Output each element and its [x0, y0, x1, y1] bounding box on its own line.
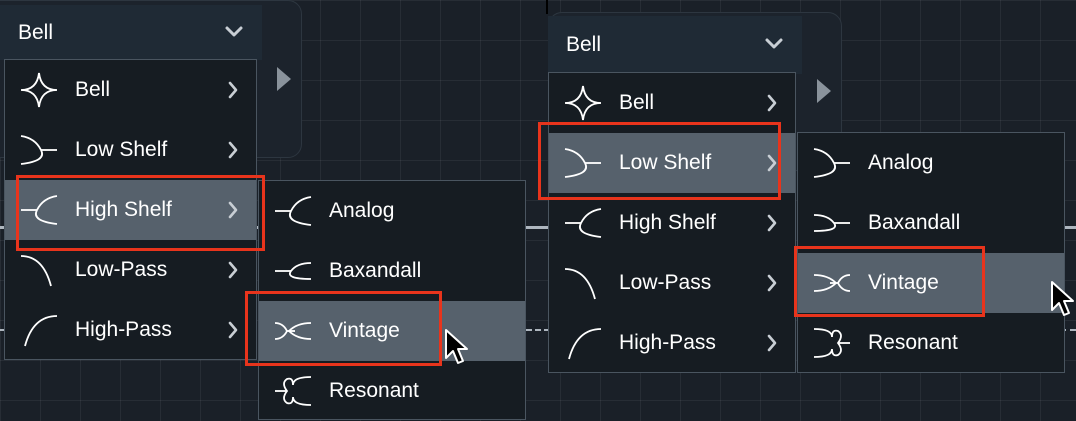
- highlight-box: [794, 246, 985, 317]
- low-pass-icon: [20, 255, 52, 287]
- chevron-down-icon: [765, 38, 783, 49]
- submenu-item-label: Baxandall: [868, 211, 961, 234]
- menu-item-low-pass[interactable]: Low-Pass: [549, 253, 795, 313]
- filter-type-value: Bell: [18, 20, 54, 44]
- submenu-item-resonant[interactable]: Resonant: [259, 361, 525, 421]
- chevron-right-icon: [767, 334, 777, 352]
- panel-divider: [546, 0, 548, 14]
- high-pass-icon: [568, 328, 602, 360]
- mouse-cursor-icon: [1051, 281, 1074, 316]
- highlight-box: [538, 122, 781, 200]
- filter-type-selector[interactable]: Bell: [0, 5, 262, 60]
- chevron-right-icon: [228, 81, 238, 99]
- menu-item-high-pass[interactable]: High-Pass: [549, 313, 795, 373]
- chevron-right-icon: [228, 321, 238, 339]
- low-shelf-icon: [20, 135, 57, 165]
- filter-type-selector[interactable]: Bell: [548, 16, 802, 74]
- chevron-right-icon: [767, 274, 777, 292]
- chevron-right-icon: [767, 94, 777, 112]
- expand-arrow-icon[interactable]: [276, 66, 292, 92]
- chevron-right-icon: [228, 141, 238, 159]
- menu-item-high-shelf[interactable]: High Shelf: [549, 193, 795, 253]
- expand-arrow-icon[interactable]: [816, 78, 832, 104]
- high-pass-icon: [24, 315, 58, 347]
- low-pass-icon: [564, 268, 596, 300]
- menu-item-label: Bell: [75, 78, 111, 101]
- bell-curve-icon: [20, 72, 58, 108]
- menu-item-label: Bell: [619, 91, 655, 114]
- mouse-cursor-icon: [445, 329, 468, 364]
- eq-dashed-line: [526, 329, 550, 331]
- submenu-item-label: Baxandall: [329, 259, 422, 282]
- submenu-item-label: Analog: [329, 199, 395, 222]
- baxandall-icon: [813, 214, 850, 232]
- menu-item-label: Low Shelf: [75, 138, 168, 161]
- submenu-item-baxandall[interactable]: Baxandall: [798, 193, 1064, 253]
- high-shelf-icon: [565, 208, 602, 238]
- submenu-item-resonant[interactable]: Resonant: [798, 313, 1064, 373]
- menu-item-label: High-Pass: [75, 318, 172, 341]
- menu-item-low-shelf[interactable]: Low Shelf: [5, 120, 256, 180]
- filter-type-menu: Bell Low Shelf High Shelf Low-Pass High-…: [548, 72, 796, 373]
- chevron-down-icon: [225, 26, 243, 36]
- chevron-right-icon: [228, 261, 238, 279]
- bell-curve-icon: [564, 85, 602, 121]
- filter-type-value: Bell: [566, 33, 602, 56]
- menu-item-high-pass[interactable]: High-Pass: [5, 300, 256, 360]
- menu-item-label: Low-Pass: [75, 258, 168, 281]
- submenu-item-label: Resonant: [329, 379, 419, 402]
- menu-item-label: High Shelf: [619, 211, 716, 234]
- submenu-item-analog[interactable]: Analog: [798, 133, 1064, 193]
- chevron-right-icon: [767, 214, 777, 232]
- menu-item-label: Low-Pass: [619, 271, 712, 294]
- menu-item-bell[interactable]: Bell: [5, 60, 256, 120]
- resonant-icon: [275, 376, 312, 406]
- resonant-icon: [813, 328, 850, 358]
- highlight-box: [245, 291, 442, 366]
- highlight-box: [16, 175, 265, 251]
- submenu-item-label: Resonant: [868, 331, 958, 354]
- analog-icon: [813, 148, 850, 178]
- submenu-item-analog[interactable]: Analog: [259, 181, 525, 241]
- analog-icon: [275, 196, 312, 226]
- baxandall-icon: [275, 262, 312, 280]
- menu-item-label: High-Pass: [619, 331, 716, 354]
- submenu-item-label: Analog: [868, 151, 934, 174]
